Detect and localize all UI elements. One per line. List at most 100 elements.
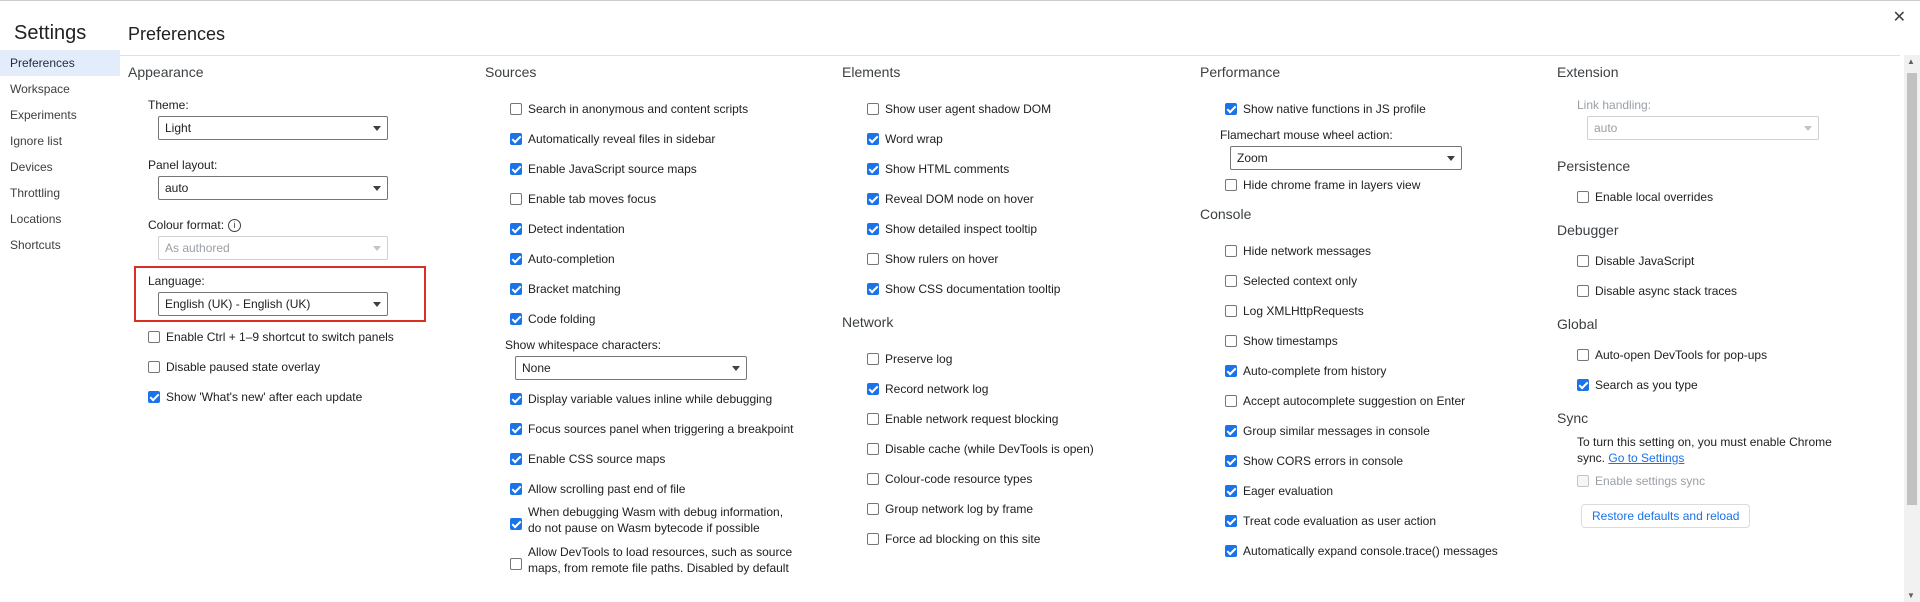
- native-functions-checkbox[interactable]: Show native functions in JS profile: [1200, 94, 1540, 124]
- auto-completion-checkbox[interactable]: Auto-completion: [485, 244, 825, 274]
- checkbox-label: Show HTML comments: [885, 162, 1010, 176]
- chevron-down-icon: [732, 366, 740, 371]
- checkbox-label: Show 'What's new' after each update: [166, 390, 363, 404]
- js-source-maps-checkbox[interactable]: Enable JavaScript source maps: [485, 154, 825, 184]
- colour-code-types-checkbox[interactable]: Colour-code resource types: [842, 464, 1182, 494]
- sidebar-item-preferences[interactable]: Preferences: [0, 50, 120, 76]
- restore-defaults-button[interactable]: Restore defaults and reload: [1581, 504, 1751, 528]
- checkbox-label: Allow scrolling past end of file: [528, 482, 686, 496]
- wasm-line-2: do not pause on Wasm bytecode if possibl…: [528, 521, 760, 535]
- checkbox-checked-icon: [867, 193, 879, 205]
- css-source-maps-checkbox[interactable]: Enable CSS source maps: [485, 444, 825, 474]
- cors-errors-checkbox[interactable]: Show CORS errors in console: [1200, 446, 1540, 476]
- preserve-log-checkbox[interactable]: Preserve log: [842, 344, 1182, 374]
- elements-title: Elements: [842, 64, 901, 80]
- wasm-debug-checkbox[interactable]: When debugging Wasm with debug informati…: [485, 504, 825, 544]
- checkbox-checked-icon: [867, 223, 879, 235]
- checkbox-icon: [1225, 179, 1237, 191]
- hide-chrome-frame-checkbox[interactable]: Hide chrome frame in layers view: [1200, 170, 1540, 200]
- whats-new-checkbox[interactable]: Show 'What's new' after each update: [128, 382, 428, 412]
- checkbox-label: Enable local overrides: [1595, 190, 1714, 204]
- checkbox-checked-icon: [510, 483, 522, 495]
- disable-async-traces-checkbox[interactable]: Disable async stack traces: [1557, 276, 1877, 306]
- detect-indentation-checkbox[interactable]: Detect indentation: [485, 214, 825, 244]
- sidebar-item-shortcuts[interactable]: Shortcuts: [0, 232, 120, 258]
- theme-select[interactable]: Light: [158, 116, 388, 140]
- force-ad-blocking-checkbox[interactable]: Force ad blocking on this site: [842, 524, 1182, 554]
- search-anonymous-checkbox[interactable]: Search in anonymous and content scripts: [485, 94, 825, 124]
- info-icon[interactable]: i: [228, 219, 242, 233]
- disable-cache-checkbox[interactable]: Disable cache (while DevTools is open): [842, 434, 1182, 464]
- sidebar-item-throttling[interactable]: Throttling: [0, 180, 120, 206]
- checkbox-label: Show detailed inspect tooltip: [885, 222, 1038, 236]
- record-network-log-checkbox[interactable]: Record network log: [842, 374, 1182, 404]
- checkbox-label: Group network log by frame: [885, 502, 1034, 516]
- sidebar-item-locations[interactable]: Locations: [0, 206, 120, 232]
- log-xhr-checkbox[interactable]: Log XMLHttpRequests: [1200, 296, 1540, 326]
- scroll-up-icon[interactable]: ▲: [1907, 57, 1915, 66]
- reveal-dom-node-checkbox[interactable]: Reveal DOM node on hover: [842, 184, 1182, 214]
- selected-context-checkbox[interactable]: Selected context only: [1200, 266, 1540, 296]
- auto-open-devtools-checkbox[interactable]: Auto-open DevTools for pop-ups: [1557, 340, 1877, 370]
- code-folding-checkbox[interactable]: Code folding: [485, 304, 825, 334]
- go-to-settings-link[interactable]: Go to Settings: [1608, 451, 1684, 465]
- tab-moves-focus-checkbox[interactable]: Enable tab moves focus: [485, 184, 825, 214]
- scroll-past-end-checkbox[interactable]: Allow scrolling past end of file: [485, 474, 825, 504]
- disable-paused-overlay-checkbox[interactable]: Disable paused state overlay: [128, 352, 428, 382]
- disable-javascript-checkbox[interactable]: Disable JavaScript: [1557, 246, 1877, 276]
- scroll-down-icon[interactable]: ▼: [1907, 591, 1915, 600]
- eager-evaluation-checkbox[interactable]: Eager evaluation: [1200, 476, 1540, 506]
- chevron-down-icon: [1447, 156, 1455, 161]
- checkbox-icon: [867, 503, 879, 515]
- bracket-matching-checkbox[interactable]: Bracket matching: [485, 274, 825, 304]
- inline-values-checkbox[interactable]: Display variable values inline while deb…: [485, 384, 825, 414]
- checkbox-checked-icon: [1225, 455, 1237, 467]
- checkbox-label: Disable cache (while DevTools is open): [885, 442, 1094, 456]
- sidebar-item-experiments[interactable]: Experiments: [0, 102, 120, 128]
- local-overrides-checkbox[interactable]: Enable local overrides: [1557, 182, 1877, 212]
- search-as-you-type-checkbox[interactable]: Search as you type: [1557, 370, 1877, 400]
- close-icon[interactable]: ✕: [1893, 10, 1906, 26]
- checkbox-checked-icon: [1225, 103, 1237, 115]
- checkbox-checked-icon: [1225, 365, 1237, 377]
- word-wrap-checkbox[interactable]: Word wrap: [842, 124, 1182, 154]
- flamechart-select[interactable]: Zoom: [1230, 146, 1462, 170]
- css-doc-tooltip-checkbox[interactable]: Show CSS documentation tooltip: [842, 274, 1182, 304]
- accept-on-enter-checkbox[interactable]: Accept autocomplete suggestion on Enter: [1200, 386, 1540, 416]
- shadow-dom-checkbox[interactable]: Show user agent shadow DOM: [842, 94, 1182, 124]
- sidebar-item-workspace[interactable]: Workspace: [0, 76, 120, 102]
- panel-layout-select[interactable]: auto: [158, 176, 388, 200]
- sidebar-item-ignore-list[interactable]: Ignore list: [0, 128, 120, 154]
- checkbox-checked-icon: [510, 253, 522, 265]
- checkbox-label: Focus sources panel when triggering a br…: [528, 422, 794, 436]
- ctrl-shortcut-checkbox[interactable]: Enable Ctrl + 1–9 shortcut to switch pan…: [128, 322, 428, 352]
- whitespace-select[interactable]: None: [515, 356, 747, 380]
- autocomplete-history-checkbox[interactable]: Auto-complete from history: [1200, 356, 1540, 386]
- rulers-on-hover-checkbox[interactable]: Show rulers on hover: [842, 244, 1182, 274]
- page-title: Preferences: [128, 24, 226, 44]
- group-similar-checkbox[interactable]: Group similar messages in console: [1200, 416, 1540, 446]
- sidebar-item-devices[interactable]: Devices: [0, 154, 120, 180]
- hide-network-messages-checkbox[interactable]: Hide network messages: [1200, 236, 1540, 266]
- whitespace-label: Show whitespace characters:: [505, 338, 662, 352]
- debugger-title: Debugger: [1557, 222, 1619, 238]
- reveal-files-checkbox[interactable]: Automatically reveal files in sidebar: [485, 124, 825, 154]
- group-by-frame-checkbox[interactable]: Group network log by frame: [842, 494, 1182, 524]
- user-action-checkbox[interactable]: Treat code evaluation as user action: [1200, 506, 1540, 536]
- checkbox-label: Enable network request blocking: [885, 412, 1059, 426]
- checkbox-icon: [867, 413, 879, 425]
- remote-file-paths-checkbox[interactable]: Allow DevTools to load resources, such a…: [485, 544, 825, 584]
- checkbox-checked-icon: [510, 163, 522, 175]
- expand-trace-checkbox[interactable]: Automatically expand console.trace() mes…: [1200, 536, 1540, 566]
- appearance-section: Appearance Theme: Light Panel layout: au…: [128, 64, 428, 412]
- show-timestamps-checkbox[interactable]: Show timestamps: [1200, 326, 1540, 356]
- checkbox-checked-icon: [510, 283, 522, 295]
- html-comments-checkbox[interactable]: Show HTML comments: [842, 154, 1182, 184]
- request-blocking-checkbox[interactable]: Enable network request blocking: [842, 404, 1182, 434]
- scrollbar-thumb[interactable]: [1907, 73, 1917, 505]
- checkbox-icon: [867, 253, 879, 265]
- focus-sources-checkbox[interactable]: Focus sources panel when triggering a br…: [485, 414, 825, 444]
- scrollbar[interactable]: ▲ ▼: [1904, 55, 1920, 602]
- language-select[interactable]: English (UK) - English (UK): [158, 292, 388, 316]
- inspect-tooltip-checkbox[interactable]: Show detailed inspect tooltip: [842, 214, 1182, 244]
